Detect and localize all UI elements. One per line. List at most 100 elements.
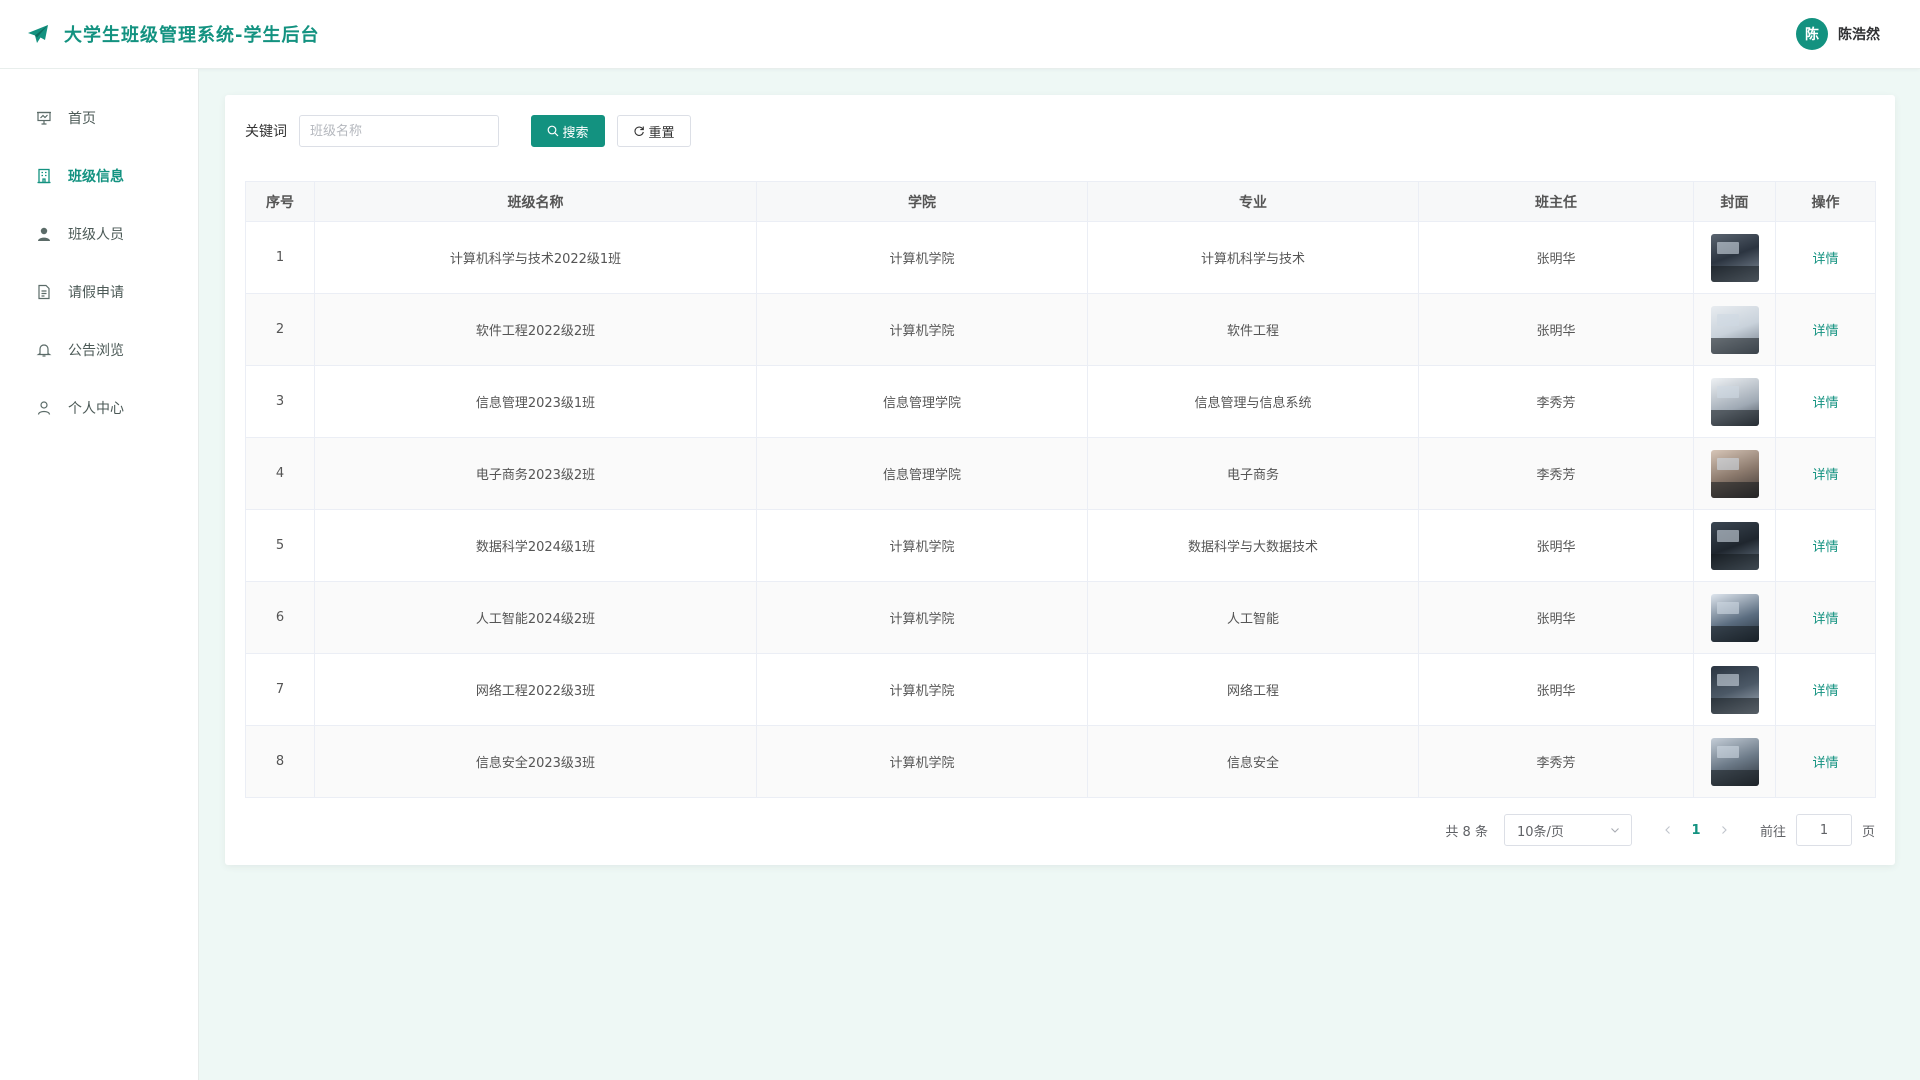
search-bar: 关键词 搜索 重置 xyxy=(245,115,1875,147)
total-count: 共 8 条 xyxy=(1445,824,1488,840)
prev-page-button[interactable] xyxy=(1656,825,1680,835)
cell-index: 5 xyxy=(245,509,315,582)
user-outline-icon xyxy=(36,400,52,416)
sidebar-item-class-members[interactable]: 班级人员 xyxy=(0,205,198,263)
column-header-college: 学院 xyxy=(756,181,1088,222)
cell-college: 计算机学院 xyxy=(756,725,1088,798)
cell-index: 1 xyxy=(245,221,315,294)
app-title: 大学生班级管理系统-学生后台 xyxy=(64,25,320,46)
sidebar-item-home[interactable]: 首页 xyxy=(0,89,198,147)
detail-link[interactable]: 详情 xyxy=(1812,540,1838,555)
building-icon xyxy=(36,168,52,184)
cover-image[interactable] xyxy=(1710,377,1759,426)
sidebar-item-label: 首页 xyxy=(68,111,96,127)
cell-cover xyxy=(1693,221,1776,294)
detail-link[interactable]: 详情 xyxy=(1812,756,1838,771)
cell-college: 计算机学院 xyxy=(756,653,1088,726)
page-number-current[interactable]: 1 xyxy=(1680,823,1712,838)
document-icon xyxy=(36,284,52,300)
search-button-label: 搜索 xyxy=(562,125,589,141)
search-button[interactable]: 搜索 xyxy=(531,115,605,147)
top-header: 大学生班级管理系统-学生后台 陈 陈浩然 xyxy=(0,0,1920,69)
next-page-button[interactable] xyxy=(1712,825,1736,835)
cover-image[interactable] xyxy=(1710,593,1759,642)
cell-major: 信息管理与信息系统 xyxy=(1087,365,1419,438)
goto-page-input[interactable] xyxy=(1795,814,1852,846)
cover-image[interactable] xyxy=(1710,737,1759,786)
detail-link[interactable]: 详情 xyxy=(1812,396,1838,411)
cell-college: 计算机学院 xyxy=(756,581,1088,654)
reset-button-label: 重置 xyxy=(648,125,675,141)
cell-college: 计算机学院 xyxy=(756,221,1088,294)
column-header-major: 专业 xyxy=(1087,181,1419,222)
sidebar-item-leave-request[interactable]: 请假申请 xyxy=(0,263,198,321)
sidebar: 首页 班级信息 班级人员 请假申请 公告浏览 个人中心 xyxy=(0,69,199,1080)
cell-index: 2 xyxy=(245,293,315,366)
cell-teacher: 李秀芳 xyxy=(1418,365,1694,438)
table-header-row: 序号 班级名称 学院 专业 班主任 封面 操作 xyxy=(245,181,1876,222)
search-icon xyxy=(547,125,559,137)
column-header-actions: 操作 xyxy=(1775,181,1876,222)
chevron-right-icon xyxy=(1722,826,1727,834)
cell-college: 计算机学院 xyxy=(756,509,1088,582)
cell-teacher: 张明华 xyxy=(1418,509,1694,582)
cell-class-name: 数据科学2024级1班 xyxy=(314,509,757,582)
detail-link[interactable]: 详情 xyxy=(1812,324,1838,339)
bell-icon xyxy=(36,342,52,358)
column-header-class-name: 班级名称 xyxy=(314,181,757,222)
table-row: 7 网络工程2022级3班 计算机学院 网络工程 张明华 详情 xyxy=(245,653,1876,726)
column-header-cover: 封面 xyxy=(1693,181,1776,222)
reset-button[interactable]: 重置 xyxy=(617,115,691,147)
cell-major: 电子商务 xyxy=(1087,437,1419,510)
cell-teacher: 张明华 xyxy=(1418,581,1694,654)
cell-cover xyxy=(1693,509,1776,582)
cell-class-name: 信息安全2023级3班 xyxy=(314,725,757,798)
table-row: 6 人工智能2024级2班 计算机学院 人工智能 张明华 详情 xyxy=(245,581,1876,654)
chevron-down-icon xyxy=(1609,824,1621,836)
table-row: 8 信息安全2023级3班 计算机学院 信息安全 李秀芳 详情 xyxy=(245,725,1876,798)
detail-link[interactable]: 详情 xyxy=(1812,468,1838,483)
column-header-index: 序号 xyxy=(245,181,315,222)
cell-class-name: 人工智能2024级2班 xyxy=(314,581,757,654)
cover-image[interactable] xyxy=(1710,449,1759,498)
detail-link[interactable]: 详情 xyxy=(1812,252,1838,267)
search-input[interactable] xyxy=(299,115,499,147)
cell-teacher: 张明华 xyxy=(1418,653,1694,726)
sidebar-item-label: 班级信息 xyxy=(68,169,124,185)
class-table: 序号 班级名称 学院 专业 班主任 封面 操作 1 计算机科学与技术2022级1… xyxy=(245,181,1876,798)
cover-image[interactable] xyxy=(1710,305,1759,354)
cover-image[interactable] xyxy=(1710,521,1759,570)
cell-cover xyxy=(1693,437,1776,510)
cell-actions: 详情 xyxy=(1775,581,1876,654)
cell-teacher: 李秀芳 xyxy=(1418,437,1694,510)
sidebar-item-label: 请假申请 xyxy=(68,285,124,301)
cell-cover xyxy=(1693,581,1776,654)
sidebar-item-announcements[interactable]: 公告浏览 xyxy=(0,321,198,379)
cover-image[interactable] xyxy=(1710,233,1759,282)
user-name[interactable]: 陈浩然 xyxy=(1838,24,1880,44)
cell-actions: 详情 xyxy=(1775,221,1876,294)
cell-teacher: 张明华 xyxy=(1418,221,1694,294)
cell-index: 7 xyxy=(245,653,315,726)
table-row: 1 计算机科学与技术2022级1班 计算机学院 计算机科学与技术 张明华 详情 xyxy=(245,221,1876,294)
cover-image[interactable] xyxy=(1710,665,1759,714)
cell-cover xyxy=(1693,365,1776,438)
goto-label: 前往 xyxy=(1759,824,1786,840)
page-size-select[interactable]: 10条/页 xyxy=(1503,814,1632,846)
cell-actions: 详情 xyxy=(1775,509,1876,582)
chevron-left-icon xyxy=(1665,826,1670,834)
cell-class-name: 电子商务2023级2班 xyxy=(314,437,757,510)
cell-college: 信息管理学院 xyxy=(756,437,1088,510)
cell-actions: 详情 xyxy=(1775,437,1876,510)
cell-major: 计算机科学与技术 xyxy=(1087,221,1419,294)
cell-cover xyxy=(1693,293,1776,366)
detail-link[interactable]: 详情 xyxy=(1812,684,1838,699)
cell-college: 信息管理学院 xyxy=(756,365,1088,438)
user-menu[interactable]: 陈 陈浩然 xyxy=(1796,18,1880,50)
detail-link[interactable]: 详情 xyxy=(1812,612,1838,627)
avatar[interactable]: 陈 xyxy=(1796,18,1828,50)
cell-actions: 详情 xyxy=(1775,365,1876,438)
sidebar-item-class-info[interactable]: 班级信息 xyxy=(0,147,198,205)
sidebar-item-personal-center[interactable]: 个人中心 xyxy=(0,379,198,437)
cell-class-name: 软件工程2022级2班 xyxy=(314,293,757,366)
